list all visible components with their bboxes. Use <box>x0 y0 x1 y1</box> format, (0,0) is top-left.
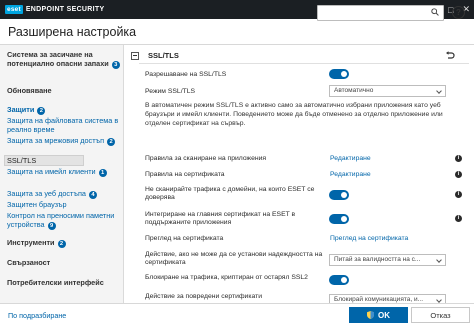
info-icon[interactable]: i <box>455 191 462 198</box>
sidebar-item-label: Свързаност <box>7 258 51 267</box>
sidebar-item-label: Инструменти <box>7 238 55 247</box>
count-badge: 1 <box>98 169 107 177</box>
trusted-domains-toggle[interactable] <box>329 190 349 200</box>
sidebar-item-label: Потребителски интерфейс <box>7 278 104 287</box>
count-badge: 4 <box>88 191 97 199</box>
row-label-cert-rules: Правила на сертификата <box>145 171 225 178</box>
sidebar-item-realtime-fs[interactable]: Защита на файловата система в реално вре… <box>7 116 122 134</box>
footer: По подразбиране OK Отказ <box>0 303 474 326</box>
count-badge: 2 <box>107 138 116 146</box>
info-icon[interactable]: i <box>455 215 462 222</box>
row-label-untrusted-cert-action: Действие, ако не може да се установи над… <box>145 251 323 266</box>
sidebar-item-secure-browser[interactable]: Защитен браузър <box>7 200 122 209</box>
row-label-view-cert: Преглед на сертификата <box>145 235 224 242</box>
count-badge: 2 <box>57 240 66 248</box>
sidebar-item-tools[interactable]: Инструменти 2 <box>7 238 122 248</box>
sidebar-item-label: SSL/TLS <box>7 156 37 165</box>
sidebar-item-network-access[interactable]: Защита за мрежовия достъп 2 <box>7 136 122 146</box>
row-label-integrate-root-cert: Интегриране на главния сертификат на ESE… <box>145 211 296 226</box>
search-input[interactable] <box>317 5 444 21</box>
default-button[interactable]: По подразбиране <box>8 311 66 320</box>
corrupt-cert-action-select[interactable]: Блокирай комуникацията, и... <box>329 294 446 303</box>
sidebar-item-detection-engine[interactable]: Система за засичане на потенциално опасн… <box>7 50 122 69</box>
enable-ssl-toggle[interactable] <box>329 69 349 79</box>
ssl-mode-description: В автоматичен режим SSL/TLS е активно са… <box>145 102 443 127</box>
collapse-icon[interactable] <box>131 51 139 60</box>
count-badge: 3 <box>111 61 120 69</box>
section-title: SSL/TLS <box>148 51 179 60</box>
row-label-trusted-domains: Не сканирайте трафика с домейни, на коит… <box>145 186 315 201</box>
integrate-root-cert-toggle[interactable] <box>329 214 349 224</box>
search-icon[interactable] <box>431 8 439 16</box>
shield-icon <box>367 311 374 319</box>
view-cert-link[interactable]: Преглед на сертификата <box>330 235 408 242</box>
sidebar-item-label: Защити <box>7 105 35 114</box>
settings-panel: SSL/TLS Разрешаване на SSL/TLS Режим SSL… <box>125 45 474 303</box>
info-icon[interactable]: i <box>455 171 462 178</box>
ok-button[interactable]: OK <box>349 307 408 323</box>
row-label-app-scan-rules: Правила за сканиране на приложения <box>145 155 267 162</box>
sidebar-item-device-control[interactable]: Контрол на преносими паметни устройства 9 <box>7 211 122 230</box>
sidebar-item-update[interactable]: Обновяване <box>7 86 122 95</box>
ssl-mode-select[interactable]: Автоматично <box>329 85 446 97</box>
ok-label: OK <box>378 310 390 320</box>
row-label-ssl-mode: Режим SSL/TLS <box>145 88 196 95</box>
block-ssl2-toggle[interactable] <box>329 275 349 285</box>
sidebar: Система за засичане на потенциално опасн… <box>0 45 124 303</box>
help-icon[interactable]: ? <box>452 6 465 19</box>
eset-logo: eset <box>5 5 23 14</box>
sidebar-item-label: Защита за мрежовия достъп <box>7 136 105 145</box>
row-label-corrupt-cert-action: Действие за повредени сертификати <box>145 293 262 300</box>
sidebar-item-label: Обновяване <box>7 86 52 95</box>
sidebar-item-label: Защита за уеб достъпа <box>7 189 86 198</box>
sidebar-item-label: Контрол на преносими паметни устройства <box>7 211 115 229</box>
sidebar-item-label: Защита на файловата система в реално вре… <box>7 116 119 134</box>
sidebar-item-protections[interactable]: Защити 2 <box>7 105 122 115</box>
sidebar-item-web-access[interactable]: Защита за уеб достъпа 4 <box>7 189 122 199</box>
section-divider <box>139 63 469 64</box>
header: Разширена настройка <box>0 19 474 45</box>
sidebar-item-connectivity[interactable]: Свързаност <box>7 258 122 267</box>
count-badge: 9 <box>47 222 56 230</box>
product-name: ENDPOINT SECURITY <box>25 6 105 13</box>
page-title: Разширена настройка <box>8 24 137 39</box>
untrusted-cert-action-select[interactable]: Питай за валидността на с... <box>329 254 446 266</box>
info-icon[interactable]: i <box>455 155 462 162</box>
cert-rules-edit-link[interactable]: Редактиране <box>330 171 371 178</box>
sidebar-item-email-clients[interactable]: Защита на имейл клиенти 1 <box>7 167 122 177</box>
sidebar-item-label: Защитен браузър <box>7 200 67 209</box>
section-header[interactable]: SSL/TLS <box>131 51 179 60</box>
sidebar-item-ssl-tls[interactable]: SSL/TLS <box>7 156 122 165</box>
sidebar-item-user-interface[interactable]: Потребителски интерфейс <box>7 278 122 287</box>
undo-icon[interactable] <box>445 51 455 61</box>
sidebar-item-label: Система за засичане на потенциално опасн… <box>7 50 109 68</box>
app-scan-rules-edit-link[interactable]: Редактиране <box>330 155 371 162</box>
count-badge: 2 <box>37 107 46 115</box>
row-label-enable-ssl: Разрешаване на SSL/TLS <box>145 71 227 78</box>
cancel-button[interactable]: Отказ <box>411 307 470 323</box>
row-label-block-ssl2: Блокиране на трафика, криптиран от остар… <box>145 274 308 281</box>
sidebar-item-label: Защита на имейл клиенти <box>7 167 96 176</box>
